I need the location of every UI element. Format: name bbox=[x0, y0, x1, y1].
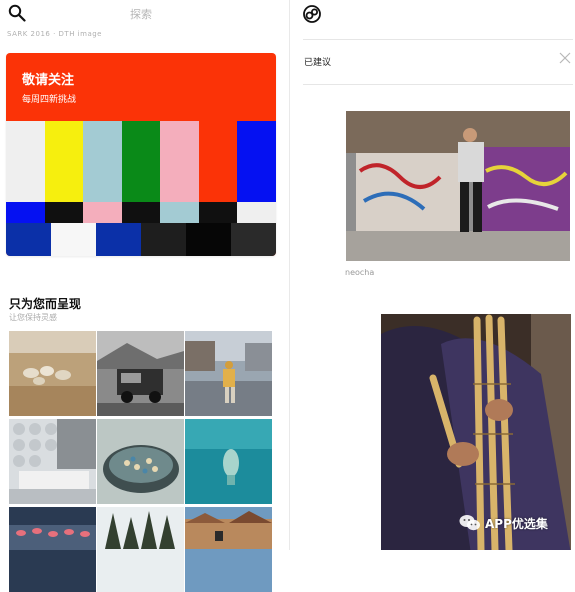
bathroom-interior-photo[interactable] bbox=[9, 419, 96, 504]
promo-card[interactable]: 敬请关注 每周四新挑战 bbox=[6, 53, 276, 256]
suggested-label: 已建议 bbox=[304, 58, 332, 68]
promo-title: 敬请关注 bbox=[22, 73, 75, 88]
color-bar bbox=[237, 121, 276, 202]
color-bar bbox=[237, 202, 276, 223]
eye-logo-icon[interactable] bbox=[302, 4, 322, 24]
color-bar bbox=[6, 121, 45, 202]
section-title: 只为您而呈现 bbox=[9, 297, 82, 311]
color-bar bbox=[6, 223, 51, 256]
color-bar bbox=[96, 223, 141, 256]
faded-caption: SARK 2016 · DTH image bbox=[7, 30, 102, 38]
promo-subtitle: 每周四新挑战 bbox=[22, 95, 77, 105]
photo-caption: neocha bbox=[345, 268, 375, 277]
color-bar bbox=[198, 121, 238, 202]
header-rule bbox=[303, 39, 573, 40]
color-bar bbox=[121, 202, 161, 223]
color-bar bbox=[186, 223, 231, 256]
color-bar bbox=[231, 223, 276, 256]
search-input[interactable]: 探索 bbox=[130, 6, 152, 22]
color-bar bbox=[198, 202, 238, 223]
search-icon[interactable] bbox=[8, 4, 26, 22]
suggestion-rule bbox=[303, 84, 573, 85]
wechat-icon bbox=[459, 515, 480, 531]
color-bar bbox=[44, 202, 84, 223]
color-bar bbox=[121, 121, 161, 202]
color-bar bbox=[6, 202, 45, 223]
watermark: APP优选集 bbox=[459, 512, 548, 534]
graffiti-wall-photo[interactable] bbox=[346, 111, 570, 261]
photo-grid bbox=[9, 331, 273, 592]
close-icon[interactable] bbox=[559, 52, 571, 64]
swimmer-underwater-photo[interactable] bbox=[185, 419, 272, 504]
street-performer-photo[interactable] bbox=[185, 331, 272, 416]
color-bar bbox=[44, 121, 84, 202]
color-bar bbox=[160, 121, 200, 202]
color-bar bbox=[160, 202, 200, 223]
section-subtitle: 让您保持灵感 bbox=[9, 313, 57, 322]
shell-bowl-photo[interactable] bbox=[97, 419, 184, 504]
watermark-text: APP优选集 bbox=[485, 516, 548, 531]
column-divider bbox=[289, 0, 290, 550]
color-bar bbox=[83, 121, 123, 202]
color-bar bbox=[141, 223, 186, 256]
sheep-field-photo[interactable] bbox=[9, 331, 96, 416]
vintage-truck-photo[interactable] bbox=[97, 331, 184, 416]
color-bar bbox=[51, 223, 96, 256]
color-bar bbox=[83, 202, 123, 223]
